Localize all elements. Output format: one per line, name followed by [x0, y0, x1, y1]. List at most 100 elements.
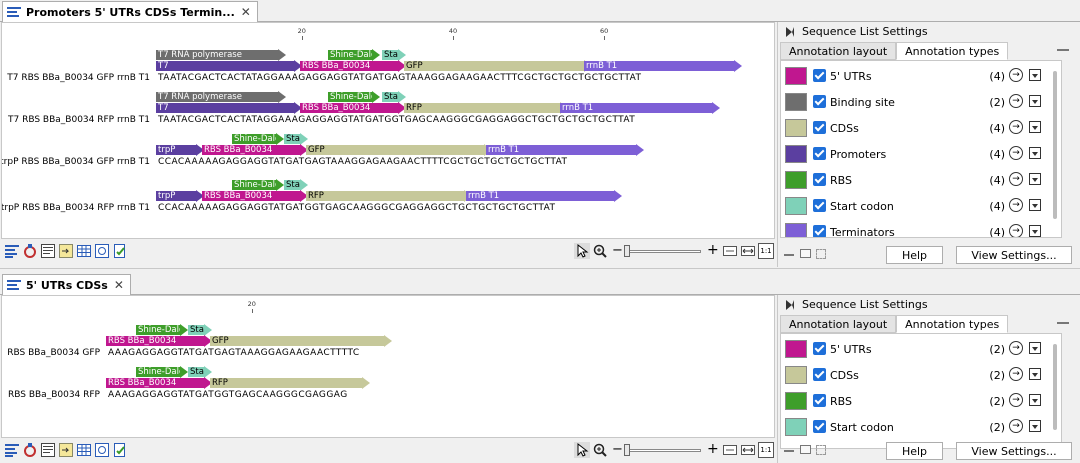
cursor-select-icon[interactable]: [574, 442, 590, 458]
tab-bottom-view[interactable]: 5' UTRs CDSs ✕: [2, 274, 131, 295]
annotation-rbs[interactable]: Shine-Dalga: [232, 179, 284, 191]
fit-all-icon[interactable]: [740, 243, 756, 259]
annotation-type-row[interactable]: RBS (4) →: [781, 167, 1061, 193]
zoom-1-1-button[interactable]: 1:1: [758, 243, 774, 259]
visibility-checkbox[interactable]: [813, 121, 826, 134]
annotation-type-row[interactable]: 5' UTRs (4) →: [781, 63, 1061, 89]
dropdown-icon[interactable]: [1029, 69, 1041, 81]
color-swatch[interactable]: [785, 93, 807, 111]
sequence-residues[interactable]: AAAGAGGAGGTATGATGGTGAGCAAGGGCGAGGAG: [108, 390, 348, 400]
annotation-cds[interactable]: GFP: [404, 60, 592, 72]
annotation-cds[interactable]: RFP: [306, 190, 472, 202]
sequence-name[interactable]: T7 RBS BBa_B0034 GFP rrnB T1: [7, 73, 150, 83]
go-to-annotation-icon[interactable]: →: [1009, 68, 1023, 82]
dropdown-icon[interactable]: [1029, 121, 1041, 133]
annotation-utr[interactable]: RBS BBa_B0034: [106, 335, 212, 347]
annotation-start[interactable]: Start: [284, 133, 308, 145]
collapse-panel-icon[interactable]: [786, 26, 794, 37]
annotation-type-row[interactable]: Promoters (4) →: [781, 141, 1061, 167]
fit-width-icon[interactable]: [722, 442, 738, 458]
save-settings-icon[interactable]: [816, 445, 826, 455]
circular-view-icon[interactable]: [22, 442, 38, 458]
collapse-panel-icon[interactable]: [786, 299, 794, 310]
dropdown-icon[interactable]: [1029, 368, 1041, 380]
scrollbar[interactable]: [1053, 71, 1057, 219]
color-swatch[interactable]: [785, 418, 807, 436]
zoom-slider[interactable]: [624, 444, 701, 456]
sequence-residues[interactable]: AAAGAGGAGGTATGATGAGTAAAGGAGAAGAACTTTTC: [108, 348, 360, 358]
zoom-out-button[interactable]: −: [612, 243, 623, 258]
sequence-residues[interactable]: TAATACGACTCACTATAGGAAAGAGGAGGTATGATGGTGA…: [158, 115, 635, 125]
color-swatch[interactable]: [785, 340, 807, 358]
annotation-terminator[interactable]: rrnB T1: [584, 60, 742, 72]
annotation-type-row[interactable]: CDSs (4) →: [781, 115, 1061, 141]
sequence-residues[interactable]: CCACAAAAAGAGGAGGTATGATGAGTAAAGGAGAAGAACT…: [158, 157, 568, 167]
zoom-in-button[interactable]: +: [707, 441, 719, 457]
side-panel-title[interactable]: Sequence List Settings: [786, 25, 928, 38]
features-view-icon[interactable]: [58, 243, 74, 259]
tab-annotation-types[interactable]: Annotation types: [896, 42, 1009, 60]
tab-annotation-types[interactable]: Annotation types: [896, 315, 1009, 333]
go-to-annotation-icon[interactable]: →: [1009, 146, 1023, 160]
annotation-utr[interactable]: RBS BBa_B0034: [300, 60, 406, 72]
zoom-slider-handle[interactable]: [624, 245, 630, 257]
text-view-icon[interactable]: [40, 442, 56, 458]
close-icon[interactable]: ✕: [114, 278, 124, 292]
color-swatch[interactable]: [785, 366, 807, 384]
history-icon[interactable]: [94, 243, 110, 259]
visibility-checkbox[interactable]: [813, 225, 826, 237]
validate-icon[interactable]: [112, 442, 128, 458]
annotation-type-row[interactable]: CDSs (2) →: [781, 362, 1061, 388]
sequence-name[interactable]: RBS BBa_B0034 RFP: [8, 390, 100, 400]
annotation-cds[interactable]: GFP: [210, 335, 392, 347]
go-to-annotation-icon[interactable]: →: [1009, 198, 1023, 212]
tab-annotation-layout[interactable]: Annotation layout: [780, 42, 897, 60]
annotation-rbs[interactable]: Shine-Dalga: [328, 91, 380, 103]
zoom-slider[interactable]: [624, 245, 701, 257]
sequence-name[interactable]: trpP RBS BBa_B0034 GFP rrnB T1: [2, 157, 150, 167]
annotation-promoter[interactable]: trpP: [156, 190, 204, 202]
visibility-checkbox[interactable]: [813, 173, 826, 186]
zoom-1-1-button[interactable]: 1:1: [758, 442, 774, 458]
annotation-rbs[interactable]: Shine-Dalga: [232, 133, 284, 145]
save-settings-icon[interactable]: [816, 249, 826, 259]
history-icon[interactable]: [94, 442, 110, 458]
color-swatch[interactable]: [785, 223, 807, 237]
annotation-terminator[interactable]: rrnB T1: [486, 144, 644, 156]
zoom-in-icon[interactable]: [592, 442, 608, 458]
dropdown-icon[interactable]: [1029, 147, 1041, 159]
go-to-annotation-icon[interactable]: →: [1009, 94, 1023, 108]
visibility-checkbox[interactable]: [813, 147, 826, 160]
color-swatch[interactable]: [785, 145, 807, 163]
dropdown-icon[interactable]: [1029, 199, 1041, 211]
annotation-type-row[interactable]: Terminators (4) →: [781, 219, 1061, 237]
annotation-terminator[interactable]: rrnB T1: [560, 102, 720, 114]
go-to-annotation-icon[interactable]: →: [1009, 224, 1023, 237]
annotation-type-row[interactable]: Start codon (2) →: [781, 414, 1061, 440]
cursor-select-icon[interactable]: [574, 243, 590, 259]
panel-minimize-icon[interactable]: [1057, 322, 1069, 324]
dropdown-icon[interactable]: [1029, 95, 1041, 107]
help-button[interactable]: Help: [886, 442, 943, 460]
annotation-rbs[interactable]: Shine-Dalga: [136, 366, 188, 378]
scrollbar[interactable]: [1053, 344, 1057, 430]
side-panel-title[interactable]: Sequence List Settings: [786, 298, 928, 311]
folder-icon[interactable]: [800, 249, 811, 258]
visibility-checkbox[interactable]: [813, 95, 826, 108]
annotation-type-row[interactable]: 5' UTRs (2) →: [781, 336, 1061, 362]
annotation-cds[interactable]: GFP: [306, 144, 492, 156]
dropdown-icon[interactable]: [1029, 225, 1041, 237]
color-swatch[interactable]: [785, 67, 807, 85]
color-swatch[interactable]: [785, 171, 807, 189]
close-icon[interactable]: ✕: [241, 5, 251, 19]
annotation-start[interactable]: Start: [284, 179, 308, 191]
table-view-icon[interactable]: [4, 243, 20, 259]
go-to-annotation-icon[interactable]: →: [1009, 120, 1023, 134]
go-to-annotation-icon[interactable]: →: [1009, 393, 1023, 407]
zoom-in-button[interactable]: +: [707, 242, 719, 258]
panel-minimize-icon[interactable]: [1057, 49, 1069, 51]
visibility-checkbox[interactable]: [813, 199, 826, 212]
annotation-cds[interactable]: RFP: [210, 377, 370, 389]
color-swatch[interactable]: [785, 392, 807, 410]
sequence-name[interactable]: trpP RBS BBa_B0034 RFP rrnB T1: [2, 203, 150, 213]
